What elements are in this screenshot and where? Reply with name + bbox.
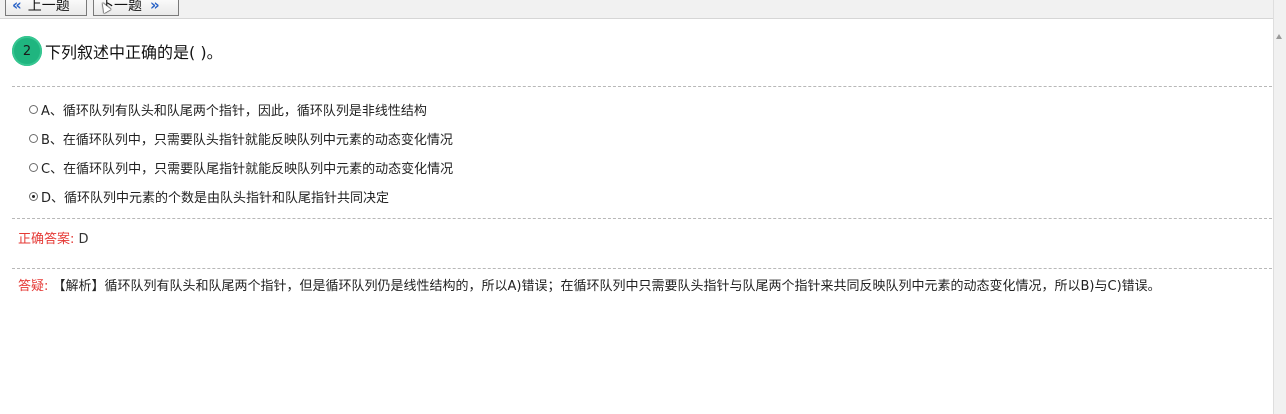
option-a-label: A、循环队列有队头和队尾两个指针，因此，循环队列是非线性结构: [41, 104, 427, 119]
quiz-page: « 上一题 下一题 » 2 下列叙述中正确的是( )。 A、循环队列有队头和队尾…: [0, 0, 1286, 414]
question-title: 下列叙述中正确的是( )。: [45, 43, 223, 62]
correct-answer-value: D: [78, 232, 89, 247]
question-number-badge: 2: [12, 36, 42, 66]
question-navigation-bar: « 上一题 下一题 »: [0, 0, 1275, 19]
option-a[interactable]: A、循环队列有队头和队尾两个指针，因此，循环队列是非线性结构: [29, 95, 453, 124]
previous-question-label: 上一题: [27, 0, 70, 14]
double-right-chevron-icon: »: [150, 0, 160, 14]
analysis-text: 【解析】循环队列有队头和队尾两个指针，但是循环队列仍是线性结构的，所以A)错误；…: [52, 279, 1161, 294]
option-d-radio[interactable]: [29, 192, 38, 201]
scroll-up-arrow-icon[interactable]: [1276, 34, 1282, 39]
answer-options: A、循环队列有队头和队尾两个指针，因此，循环队列是非线性结构 B、在循环队列中，…: [29, 95, 453, 211]
option-c-label: C、在循环队列中，只需要队尾指针就能反映队列中元素的动态变化情况: [41, 162, 454, 177]
option-b-radio[interactable]: [29, 134, 38, 143]
double-left-chevron-icon: «: [12, 0, 22, 14]
option-b[interactable]: B、在循环队列中，只需要队头指针就能反映队列中元素的动态变化情况: [29, 124, 453, 153]
option-b-label: B、在循环队列中，只需要队头指针就能反映队列中元素的动态变化情况: [41, 133, 453, 148]
answer-divider: [12, 268, 1272, 269]
option-d[interactable]: D、循环队列中元素的个数是由队头指针和队尾指针共同决定: [29, 182, 453, 211]
correct-answer-label: 正确答案:: [18, 232, 75, 247]
analysis-section: 答疑: 【解析】循环队列有队头和队尾两个指针，但是循环队列仍是线性结构的，所以A…: [18, 277, 1258, 297]
analysis-label: 答疑:: [18, 279, 49, 294]
option-d-label: D、循环队列中元素的个数是由队头指针和队尾指针共同决定: [41, 191, 390, 206]
question-header: 2 下列叙述中正确的是( )。: [12, 36, 223, 66]
previous-question-button[interactable]: « 上一题: [5, 0, 87, 16]
question-divider: [12, 86, 1272, 87]
option-c-radio[interactable]: [29, 163, 38, 172]
options-divider: [12, 218, 1272, 219]
option-a-radio[interactable]: [29, 105, 38, 114]
correct-answer-row: 正确答案: D: [18, 228, 89, 247]
option-c[interactable]: C、在循环队列中，只需要队尾指针就能反映队列中元素的动态变化情况: [29, 153, 453, 182]
vertical-scrollbar[interactable]: [1273, 0, 1286, 414]
